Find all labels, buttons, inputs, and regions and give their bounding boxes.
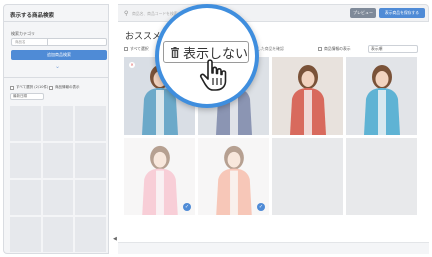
- trash-icon: [171, 46, 179, 58]
- result-placeholder[interactable]: [10, 180, 41, 215]
- show-product-info-checkbox[interactable]: [318, 47, 322, 51]
- hand-cursor-icon: [199, 59, 227, 91]
- collapse-panel-handle[interactable]: ◀: [113, 236, 117, 242]
- product-card[interactable]: [272, 57, 343, 135]
- select-all-row[interactable]: すべて選択 (2/10件): [10, 85, 48, 90]
- preview-button[interactable]: プレビュー: [350, 8, 376, 18]
- search-icon: ⚲: [124, 10, 129, 17]
- empty-product-slot[interactable]: [346, 138, 417, 215]
- result-placeholder[interactable]: [75, 143, 106, 178]
- result-placeholder[interactable]: [75, 217, 106, 252]
- show-product-info-label: 商品情報の表示: [324, 46, 351, 51]
- product-card[interactable]: [346, 57, 417, 135]
- product-image: [364, 65, 400, 135]
- app-window: 表示する商品検索 検索カテゴリ 商品名 追加商品検索 ⌄ すべて選択 (2/10…: [0, 0, 432, 257]
- search-results-grid: [10, 106, 106, 252]
- product-search-panel: 表示する商品検索 検索カテゴリ 商品名 追加商品検索 ⌄ すべて選択 (2/10…: [3, 4, 109, 254]
- show-product-info[interactable]: 商品情報の表示: [318, 46, 351, 52]
- divider: [4, 77, 108, 78]
- result-placeholder[interactable]: [42, 217, 74, 252]
- zoom-callout: 表示しない: [155, 4, 259, 108]
- show-info-row[interactable]: 商品情報の表示: [49, 85, 80, 90]
- select-all-label: すべて選択 (2/10件): [16, 85, 49, 89]
- result-placeholder[interactable]: [42, 143, 74, 178]
- top-toolbar: ⚲ 商品名、商品コードを検索 プレビュー 表示商品を保存する: [118, 4, 429, 22]
- empty-product-slot[interactable]: [272, 138, 343, 215]
- show-info-checkbox[interactable]: [49, 85, 53, 90]
- sort-select[interactable]: 最新日順: [10, 93, 44, 100]
- show-info-label: 商品情報の表示: [55, 85, 80, 89]
- product-card[interactable]: ✓: [124, 138, 195, 215]
- result-placeholder[interactable]: [75, 106, 106, 141]
- divider: [4, 21, 108, 22]
- save-display-products-button[interactable]: 表示商品を保存する: [379, 8, 425, 18]
- select-all-products-label: すべて選択: [130, 46, 149, 51]
- panel-title: 表示する商品検索: [10, 13, 55, 19]
- select-all-products-checkbox[interactable]: [124, 47, 128, 51]
- checkmark-icon[interactable]: ✓: [257, 203, 265, 211]
- result-placeholder[interactable]: [10, 217, 41, 252]
- category-select-value: 商品名: [12, 39, 48, 45]
- select-all-checkbox[interactable]: [10, 85, 14, 90]
- remove-icon[interactable]: ✕: [129, 62, 135, 68]
- section-title: おススメ: [125, 32, 162, 42]
- select-all-products[interactable]: すべて選択: [124, 46, 149, 52]
- display-order-select[interactable]: 表示順: [368, 45, 418, 53]
- result-placeholder[interactable]: [42, 106, 74, 141]
- result-placeholder[interactable]: [10, 106, 41, 141]
- checkmark-icon[interactable]: ✓: [183, 203, 191, 211]
- bottom-strip: [118, 242, 429, 254]
- category-label: 検索カテゴリ: [11, 31, 35, 36]
- product-card[interactable]: ✓: [198, 138, 269, 215]
- product-search-input[interactable]: 商品名、商品コードを検索: [132, 11, 178, 17]
- product-image: [290, 65, 326, 135]
- result-placeholder[interactable]: [10, 143, 41, 178]
- result-placeholder[interactable]: [75, 180, 106, 215]
- add-product-search-button[interactable]: 追加商品検索: [11, 50, 107, 60]
- result-placeholder[interactable]: [42, 180, 74, 215]
- category-select[interactable]: 商品名: [11, 38, 107, 46]
- chevron-down-icon[interactable]: ⌄: [55, 63, 60, 70]
